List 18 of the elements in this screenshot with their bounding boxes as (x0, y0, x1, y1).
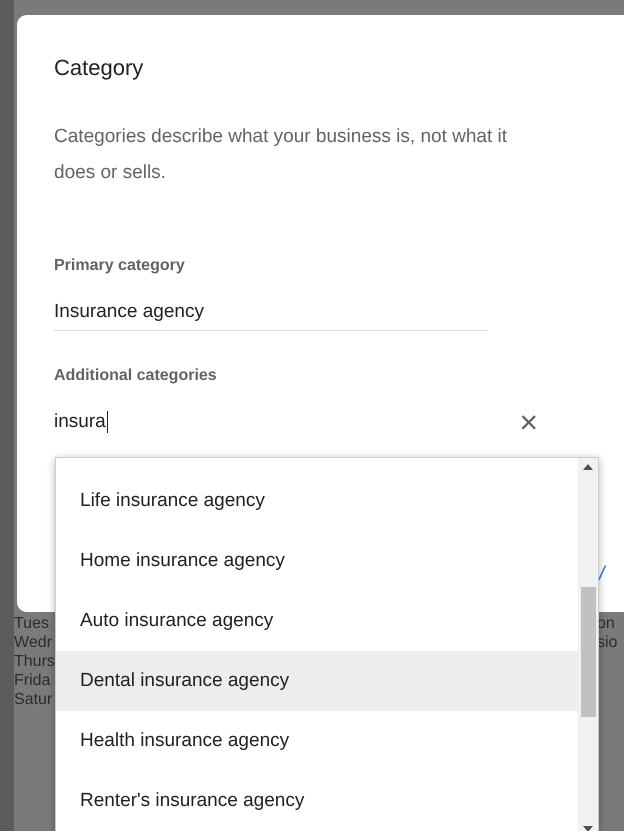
background-text: Satur (14, 690, 54, 709)
scrollbar-thumb[interactable] (581, 587, 596, 717)
scroll-down-icon[interactable] (583, 826, 593, 831)
dialog-description: Categories describe what your business is, not what it does or sells. (54, 125, 508, 185)
background-text: Thurs (14, 652, 55, 671)
background-text: Wedr (14, 633, 53, 652)
scroll-up-icon[interactable] (583, 464, 593, 470)
scrollbar[interactable] (578, 458, 598, 831)
field-label: Primary category (54, 257, 186, 275)
clear-button[interactable]: × (519, 406, 538, 438)
dialog-title: Category (54, 55, 144, 81)
background-text: Tues (14, 614, 50, 633)
field-label: Additional categories (54, 367, 218, 385)
link-text[interactable]: / (599, 563, 605, 586)
additional-category-input[interactable]: insura (54, 411, 108, 433)
background-text: Frida (14, 671, 52, 690)
suggestion-item[interactable]: Dental insurance agency (56, 651, 578, 711)
primary-category-field[interactable]: Insurance agency (54, 294, 488, 331)
